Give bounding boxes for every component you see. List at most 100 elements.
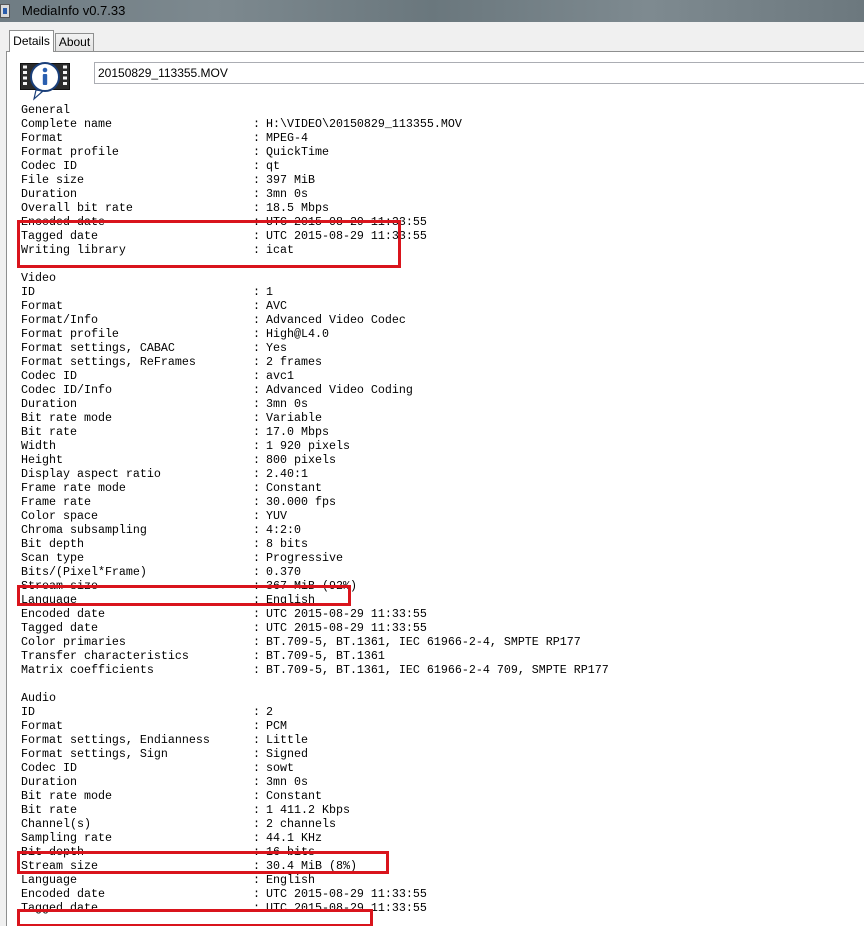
field-value: 397 MiB (266, 173, 315, 187)
field-value: 30.000 fps (266, 495, 336, 509)
report-row: Duration:3mn 0s (21, 187, 861, 201)
field-separator: : (253, 341, 260, 355)
field-label: Format settings, CABAC (21, 341, 175, 355)
field-label: Bits/(Pixel*Frame) (21, 565, 147, 579)
field-label: Transfer characteristics (21, 649, 189, 663)
field-label: Format/Info (21, 313, 98, 327)
field-separator: : (253, 803, 260, 817)
report-row: Format profile: QuickTime (21, 145, 861, 159)
section-heading: Video (21, 271, 56, 285)
report-row: Format settings, ReFrames:2 frames (21, 355, 861, 369)
media-report[interactable]: General Complete name: H:\VIDEO\20150829_1… (21, 103, 861, 915)
field-value: BT.709-5, BT.1361, IEC 61966-2-4 709, SM… (266, 663, 609, 677)
field-label: Bit depth (21, 537, 84, 551)
field-separator: : (253, 425, 260, 439)
field-separator: : (253, 635, 260, 649)
report-row: ID:2 (21, 705, 861, 719)
field-value: 0.370 (266, 565, 301, 579)
field-separator: : (253, 495, 260, 509)
field-value: UTC 2015-08-29 11:33:55 (266, 607, 427, 621)
field-label: Display aspect ratio (21, 467, 161, 481)
report-row: Transfer characteristics: BT.709-5, BT.13… (21, 649, 861, 663)
report-row: Duration:3mn 0s (21, 397, 861, 411)
field-value: BT.709-5, BT.1361, IEC 61966-2-4, SMPTE … (266, 635, 581, 649)
report-row: Codec ID/Info: Advanced Video Coding (21, 383, 861, 397)
field-label: Chroma subsampling (21, 523, 147, 537)
field-separator: : (253, 747, 260, 761)
field-value: 2 channels (266, 817, 336, 831)
field-label: Language (21, 873, 77, 887)
window-title: MediaInfo v0.7.33 (22, 3, 126, 18)
field-separator: : (253, 285, 260, 299)
field-value: 367 MiB (92%) (266, 579, 357, 593)
section-title-audio: Audio (21, 691, 861, 705)
info-film-icon (20, 62, 70, 101)
field-separator: : (253, 537, 260, 551)
report-row: Bit rate:17.0 Mbps (21, 425, 861, 439)
field-value: 1 (266, 285, 273, 299)
field-separator: : (253, 383, 260, 397)
field-value: Yes (266, 341, 287, 355)
report-row: Sampling rate:44.1 KHz (21, 831, 861, 845)
tab-details[interactable]: Details (9, 30, 54, 52)
field-label: File size (21, 173, 84, 187)
file-name-field[interactable] (94, 62, 864, 84)
field-label: Duration (21, 397, 77, 411)
field-value: UTC 2015-08-29 11:33:55 (266, 621, 427, 635)
field-label: Matrix coefficients (21, 663, 154, 677)
field-separator: : (253, 719, 260, 733)
report-row: Writing library: icat (21, 243, 861, 257)
field-label: Frame rate (21, 495, 91, 509)
field-label: ID (21, 285, 35, 299)
field-separator: : (253, 187, 260, 201)
report-row: Color primaries: BT.709-5, BT.1361, IEC 6… (21, 635, 861, 649)
field-separator: : (253, 299, 260, 313)
field-value: AVC (266, 299, 287, 313)
report-row: Bit rate mode: Variable (21, 411, 861, 425)
title-bar[interactable]: MediaInfo v0.7.33 (0, 0, 864, 22)
field-value: 17.0 Mbps (266, 425, 329, 439)
field-value: icat (266, 243, 294, 257)
field-separator: : (253, 173, 260, 187)
field-value: qt (266, 159, 280, 173)
field-value: Constant (266, 789, 322, 803)
field-label: Format profile (21, 327, 119, 341)
report-row: Scan type: Progressive (21, 551, 861, 565)
field-value: UTC 2015-08-29 11:33:55 (266, 229, 427, 243)
tab-about[interactable]: About (55, 33, 94, 51)
field-label: Writing library (21, 243, 126, 257)
field-separator: : (253, 131, 260, 145)
mediainfo-app-icon[interactable] (0, 4, 10, 18)
field-separator: : (253, 761, 260, 775)
field-label: Bit rate mode (21, 789, 112, 803)
field-value: H:\VIDEO\20150829_113355.MOV (266, 117, 462, 131)
report-row: Encoded date: UTC 2015-08-29 11:33:55 (21, 607, 861, 621)
report-row: Stream size:30.4 MiB (8%) (21, 859, 861, 873)
field-value: UTC 2015-08-29 11:33:55 (266, 901, 427, 915)
report-row: Bit rate mode: Constant (21, 789, 861, 803)
field-value: 1 920 pixels (266, 439, 350, 453)
field-value: Signed (266, 747, 308, 761)
report-row: Format settings, CABAC: Yes (21, 341, 861, 355)
field-label: Duration (21, 187, 77, 201)
field-separator: : (253, 509, 260, 523)
report-row: Encoded date: UTC 2015-08-29 11:33:55 (21, 215, 861, 229)
report-row: Tagged date: UTC 2015-08-29 11:33:55 (21, 621, 861, 635)
field-value: 4:2:0 (266, 523, 301, 537)
report-row: Stream size:367 MiB (92%) (21, 579, 861, 593)
report-row: Height:800 pixels (21, 453, 861, 467)
report-row: Encoded date: UTC 2015-08-29 11:33:55 (21, 887, 861, 901)
field-value: sowt (266, 761, 294, 775)
field-label: Codec ID (21, 369, 77, 383)
report-row: Overall bit rate:18.5 Mbps (21, 201, 861, 215)
report-row: Width:1 920 pixels (21, 439, 861, 453)
report-row: Codec ID: sowt (21, 761, 861, 775)
report-row: Language: English (21, 873, 861, 887)
field-value: English (266, 873, 315, 887)
field-value: 30.4 MiB (8%) (266, 859, 357, 873)
report-row: Bit rate:1 411.2 Kbps (21, 803, 861, 817)
field-separator: : (253, 523, 260, 537)
field-separator: : (253, 327, 260, 341)
field-separator: : (253, 243, 260, 257)
